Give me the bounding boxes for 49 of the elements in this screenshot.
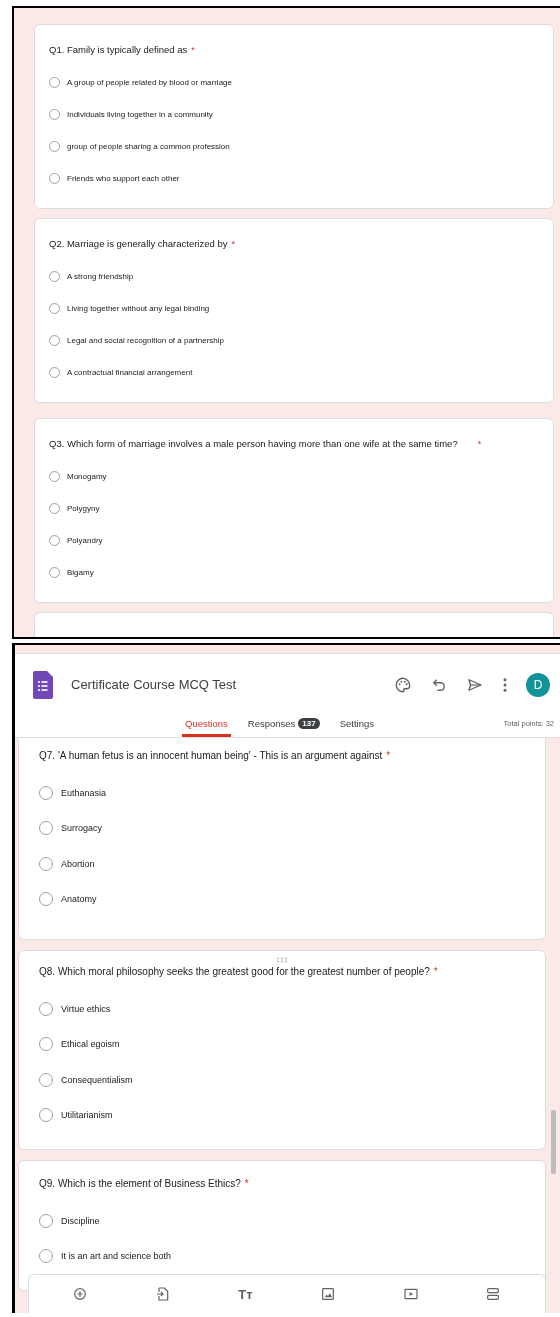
required-mark: * bbox=[231, 238, 235, 251]
video-icon[interactable] bbox=[402, 1286, 419, 1302]
question-text: Q8. Which moral philosophy seeks the greatest good for the greatest number of people? bbox=[39, 965, 430, 979]
option-label[interactable]: Friends who support each other bbox=[67, 173, 180, 183]
option-label[interactable]: Discipline bbox=[61, 1215, 100, 1226]
question-text: Q1. Family is typically defined as bbox=[49, 43, 188, 57]
option-label[interactable]: Anatomy bbox=[61, 894, 97, 905]
option-label[interactable]: Legal and social recognition of a partnership bbox=[67, 335, 224, 345]
add-icon[interactable] bbox=[72, 1286, 89, 1302]
required-mark: * bbox=[433, 965, 438, 979]
option-label[interactable]: Living together without any legal binding bbox=[67, 303, 210, 313]
option-label[interactable]: A group of people related by blood or marriage bbox=[67, 77, 232, 87]
option-label[interactable]: Virtue ethics bbox=[61, 1003, 111, 1014]
form-icon[interactable] bbox=[33, 670, 53, 699]
option-label[interactable]: A contractual financial arrangement bbox=[67, 367, 193, 377]
question-text: Q2. Marriage is generally characterized by bbox=[49, 237, 228, 251]
option-label[interactable]: Polygyny bbox=[67, 503, 100, 513]
option-label[interactable]: group of people sharing a common profession bbox=[67, 141, 230, 151]
option-label[interactable]: Surrogacy bbox=[61, 823, 103, 834]
option-label[interactable]: Individuals living together in a community bbox=[67, 109, 213, 119]
title-icon[interactable]: Tт bbox=[238, 1286, 253, 1302]
count-badge: 137 bbox=[298, 718, 320, 729]
question-text: Q7. 'A human fetus is an innocent human being' - This is an argument against bbox=[39, 749, 383, 763]
option-label[interactable]: Consequentialism bbox=[61, 1074, 133, 1085]
option-label[interactable]: A strong friendship bbox=[67, 271, 134, 281]
tab[interactable]: Settings bbox=[336, 718, 377, 737]
form-title[interactable]: Certificate Course MCQ Test bbox=[71, 677, 237, 692]
required-mark: * bbox=[386, 749, 391, 763]
required-mark: * bbox=[244, 1177, 249, 1191]
option-label[interactable]: Bigamy bbox=[67, 567, 94, 577]
tab[interactable]: Responses 137 bbox=[244, 718, 323, 737]
drag-handle-icon[interactable] bbox=[276, 957, 288, 963]
option-label[interactable]: Abortion bbox=[61, 858, 95, 869]
option-label[interactable]: It is an art and science both bbox=[61, 1251, 172, 1262]
option-label[interactable]: Monogamy bbox=[67, 471, 107, 481]
required-mark: * bbox=[477, 438, 482, 451]
palette-icon[interactable] bbox=[394, 675, 412, 694]
section-icon[interactable] bbox=[485, 1286, 502, 1302]
option-label[interactable]: Polyandry bbox=[67, 535, 103, 545]
question-text: Q9. Which is the element of Business Ethics? bbox=[39, 1177, 241, 1191]
option-label[interactable]: Utilitarianism bbox=[61, 1110, 113, 1121]
image-icon[interactable] bbox=[319, 1286, 336, 1302]
question-text: Q3. Which form of marriage involves a male person having more than one wife at the same time? bbox=[49, 437, 458, 451]
more-icon[interactable] bbox=[502, 675, 508, 694]
avatar[interactable]: D bbox=[526, 672, 550, 697]
option-label[interactable]: Ethical egoism bbox=[61, 1039, 120, 1050]
scrollbar-thumb[interactable] bbox=[551, 1110, 556, 1174]
option-label[interactable]: Euthanasia bbox=[61, 787, 107, 798]
required-mark: * bbox=[191, 44, 195, 57]
